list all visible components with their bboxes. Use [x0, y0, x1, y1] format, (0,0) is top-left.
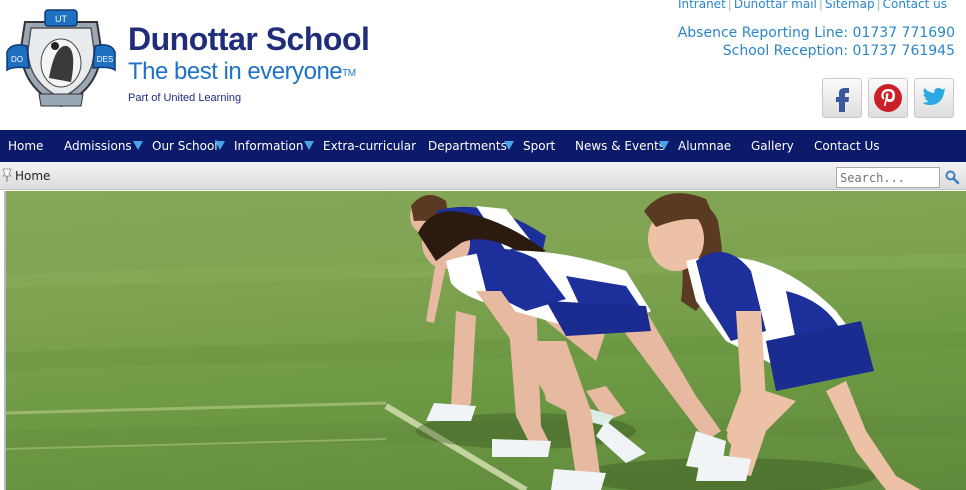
link-separator: |: [727, 0, 732, 11]
reception-line: School Reception: 01737 761945: [722, 43, 955, 59]
nav-gallery[interactable]: Gallery: [751, 130, 794, 162]
breadcrumb-home[interactable]: Home: [15, 169, 50, 183]
crest-motto-right: DES: [97, 55, 113, 64]
school-name: Dunottar School: [128, 21, 370, 57]
sitemap-link[interactable]: Sitemap: [825, 0, 875, 11]
nav-departments[interactable]: Departments: [428, 130, 507, 162]
nav-contact-us[interactable]: Contact Us: [814, 130, 880, 162]
chevron-down-icon[interactable]: [504, 141, 514, 150]
nav-information[interactable]: Information: [234, 130, 303, 162]
site-header: UT DO DES Dunottar School The best in ev…: [0, 0, 966, 130]
nav-extra-curricular[interactable]: Extra-curricular: [323, 130, 416, 162]
brand-block[interactable]: Dunottar School The best in everyoneTM P…: [128, 20, 370, 104]
contact-us-link[interactable]: Contact us: [883, 0, 947, 11]
absence-line: Absence Reporting Line: 01737 771690: [677, 25, 955, 41]
main-navigation: Home Admissions Our School Information E…: [0, 130, 966, 162]
pinterest-button[interactable]: [868, 78, 908, 118]
trademark-symbol: TM: [342, 68, 356, 79]
breadcrumb-bar: Home: [0, 162, 966, 190]
nav-sport[interactable]: Sport: [523, 130, 555, 162]
utility-links: Intranet | Dunottar mail | Sitemap | Contact u…: [678, 0, 947, 11]
hero-banner-image: [4, 191, 966, 490]
chevron-down-icon[interactable]: [304, 141, 314, 150]
part-of-label: Part of United Learning: [128, 92, 242, 104]
intranet-link[interactable]: Intranet: [678, 0, 726, 11]
chevron-down-icon[interactable]: [133, 141, 143, 150]
search-icon[interactable]: [944, 169, 960, 185]
chevron-down-icon[interactable]: [215, 141, 225, 150]
link-separator: |: [818, 0, 823, 11]
twitter-button[interactable]: [914, 78, 954, 118]
nav-admissions[interactable]: Admissions: [64, 130, 132, 162]
nav-home[interactable]: Home: [8, 130, 43, 162]
school-crest-logo[interactable]: UT DO DES: [5, 8, 117, 110]
home-pin-icon: [2, 168, 12, 182]
hero-photo-students-racing: [6, 193, 966, 490]
link-separator: |: [876, 0, 881, 11]
contact-info: Absence Reporting Line: 01737 771690 Sch…: [678, 24, 955, 60]
dunottar-mail-link[interactable]: Dunottar mail: [734, 0, 817, 11]
twitter-icon: [922, 88, 946, 105]
pinterest-icon: [874, 84, 902, 112]
facebook-button[interactable]: [822, 78, 862, 118]
crest-motto-left: DO: [11, 55, 23, 64]
search-input[interactable]: [836, 167, 940, 188]
crest-motto-top: UT: [55, 14, 67, 24]
facebook-icon: [836, 88, 849, 112]
chevron-down-icon[interactable]: [659, 141, 669, 150]
school-tagline: The best in everyoneTM: [128, 58, 356, 85]
nav-alumnae[interactable]: Alumnae: [678, 130, 731, 162]
nav-our-school[interactable]: Our School: [152, 130, 218, 162]
nav-news-events[interactable]: News & Events: [575, 130, 665, 162]
